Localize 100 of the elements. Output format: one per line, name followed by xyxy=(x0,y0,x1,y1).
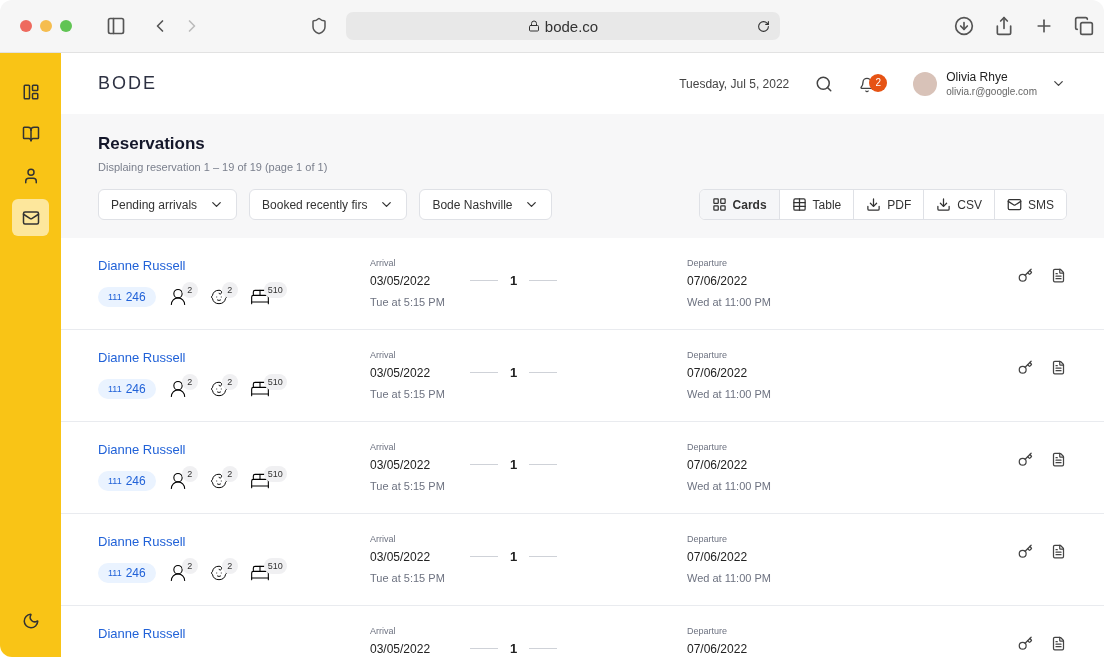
notification-count: 2 xyxy=(869,73,888,92)
child-count: 2 xyxy=(221,374,238,390)
room-number: 510 xyxy=(263,466,287,482)
departure-date: 07/06/2022 xyxy=(687,550,749,564)
document-button[interactable] xyxy=(1051,452,1066,468)
arrival-date: 03/05/2022 xyxy=(370,642,432,656)
current-date: Tuesday, Jul 5, 2022 xyxy=(679,76,790,91)
reservation-code: 111 246 xyxy=(98,563,156,583)
filter-dropdown[interactable]: Pending arrivals xyxy=(98,189,238,220)
guest-name-link[interactable]: Dianne Russell xyxy=(98,442,370,457)
guest-name-link[interactable]: Dianne Russell xyxy=(98,534,370,549)
download-icon xyxy=(866,197,882,212)
download-icon[interactable] xyxy=(954,16,974,36)
bed-icon xyxy=(249,563,270,583)
sidebar-icon[interactable] xyxy=(106,16,126,36)
bed-icon xyxy=(249,379,270,399)
view-button[interactable]: Cards xyxy=(699,190,779,219)
key-button[interactable] xyxy=(1018,636,1033,652)
reservation-code: 111 246 xyxy=(98,471,156,491)
results-summary: Displaing reservation 1 – 19 of 19 (page 1 of 1) xyxy=(98,161,329,173)
arrival-label: Arrival xyxy=(370,534,397,544)
tabs-icon[interactable] xyxy=(1074,16,1094,36)
key-icon xyxy=(1018,360,1033,375)
close-window-button[interactable] xyxy=(20,20,32,32)
key-icon xyxy=(1018,452,1033,467)
key-button[interactable] xyxy=(1018,544,1033,560)
guest-name-link[interactable]: Dianne Russell xyxy=(98,626,370,641)
table-icon xyxy=(791,197,807,212)
night-count: 1 xyxy=(510,364,518,380)
search-button[interactable] xyxy=(815,74,834,93)
room-number: 510 xyxy=(263,282,287,298)
reservation-code: 111 246 xyxy=(98,379,156,399)
page-title: Reservations xyxy=(98,134,206,154)
departure-label: Departure xyxy=(687,350,729,360)
notifications-button[interactable]: 2 xyxy=(859,74,890,93)
book-icon xyxy=(21,124,40,143)
child-icon xyxy=(209,380,228,398)
child-count: 2 xyxy=(221,466,238,482)
grid-icon xyxy=(711,197,727,212)
key-icon xyxy=(1018,636,1033,651)
download-icon xyxy=(936,197,952,212)
key-icon xyxy=(1018,268,1033,283)
child-icon xyxy=(209,472,228,490)
room-number: 510 xyxy=(263,558,287,574)
arrival-time: Tue at 5:15 PM xyxy=(370,572,446,584)
key-icon xyxy=(1018,544,1033,559)
adult-count: 2 xyxy=(181,558,198,574)
guest-name-link[interactable]: Dianne Russell xyxy=(98,258,370,273)
moon-icon xyxy=(21,611,40,630)
adult-count: 2 xyxy=(181,282,198,298)
sidebar-item[interactable] xyxy=(12,199,49,236)
key-button[interactable] xyxy=(1018,360,1033,376)
arrival-label: Arrival xyxy=(370,350,397,360)
key-button[interactable] xyxy=(1018,452,1033,468)
night-count: 1 xyxy=(510,548,518,564)
arrival-date: 03/05/2022 xyxy=(370,550,432,564)
departure-label: Departure xyxy=(687,442,729,452)
key-button[interactable] xyxy=(1018,268,1033,284)
bed-icon xyxy=(249,287,270,307)
departure-time: Wed at 11:00 PM xyxy=(687,572,772,584)
arrival-time: Tue at 5:15 PM xyxy=(370,480,446,492)
departure-date: 07/06/2022 xyxy=(687,274,749,288)
envelope-icon xyxy=(1007,197,1022,212)
search-icon xyxy=(815,74,834,93)
logo: BODE xyxy=(98,73,157,94)
departure-label: Departure xyxy=(687,626,729,636)
address-bar[interactable]: bode.co xyxy=(346,12,780,40)
layout-icon xyxy=(21,82,40,101)
arrival-date: 03/05/2022 xyxy=(370,458,432,472)
view-button[interactable]: SMS xyxy=(994,190,1066,219)
filter-dropdown[interactable]: Bode Nashville xyxy=(419,189,553,220)
url-text: bode.co xyxy=(544,17,599,35)
document-icon xyxy=(1051,544,1066,559)
arrival-time: Tue at 5:15 PM xyxy=(370,296,446,308)
child-icon xyxy=(209,564,228,582)
room-number: 510 xyxy=(263,374,287,390)
departure-time: Wed at 11:00 PM xyxy=(687,388,772,400)
arrival-time: Tue at 5:15 PM xyxy=(370,388,446,400)
arrival-label: Arrival xyxy=(370,626,397,636)
document-button[interactable] xyxy=(1051,636,1066,652)
night-count: 1 xyxy=(510,456,518,472)
arrival-label: Arrival xyxy=(370,442,397,452)
reservation-code: 111 246 xyxy=(98,287,156,307)
document-icon xyxy=(1051,360,1066,375)
filter-dropdown[interactable]: Booked recently firs xyxy=(249,189,408,220)
child-icon xyxy=(209,288,228,306)
shield-icon[interactable] xyxy=(310,17,328,35)
arrival-label: Arrival xyxy=(370,258,397,268)
user-email: olivia.r@google.com xyxy=(946,86,1037,97)
document-button[interactable] xyxy=(1051,268,1066,284)
guest-name-link[interactable]: Dianne Russell xyxy=(98,350,370,365)
share-icon[interactable] xyxy=(994,16,1014,36)
child-count: 2 xyxy=(221,558,238,574)
adult-count: 2 xyxy=(181,374,198,390)
night-count: 1 xyxy=(510,272,518,288)
departure-date: 07/06/2022 xyxy=(687,458,749,472)
departure-label: Departure xyxy=(687,258,729,268)
document-button[interactable] xyxy=(1051,544,1066,560)
reload-icon[interactable] xyxy=(757,19,770,33)
document-button[interactable] xyxy=(1051,360,1066,376)
